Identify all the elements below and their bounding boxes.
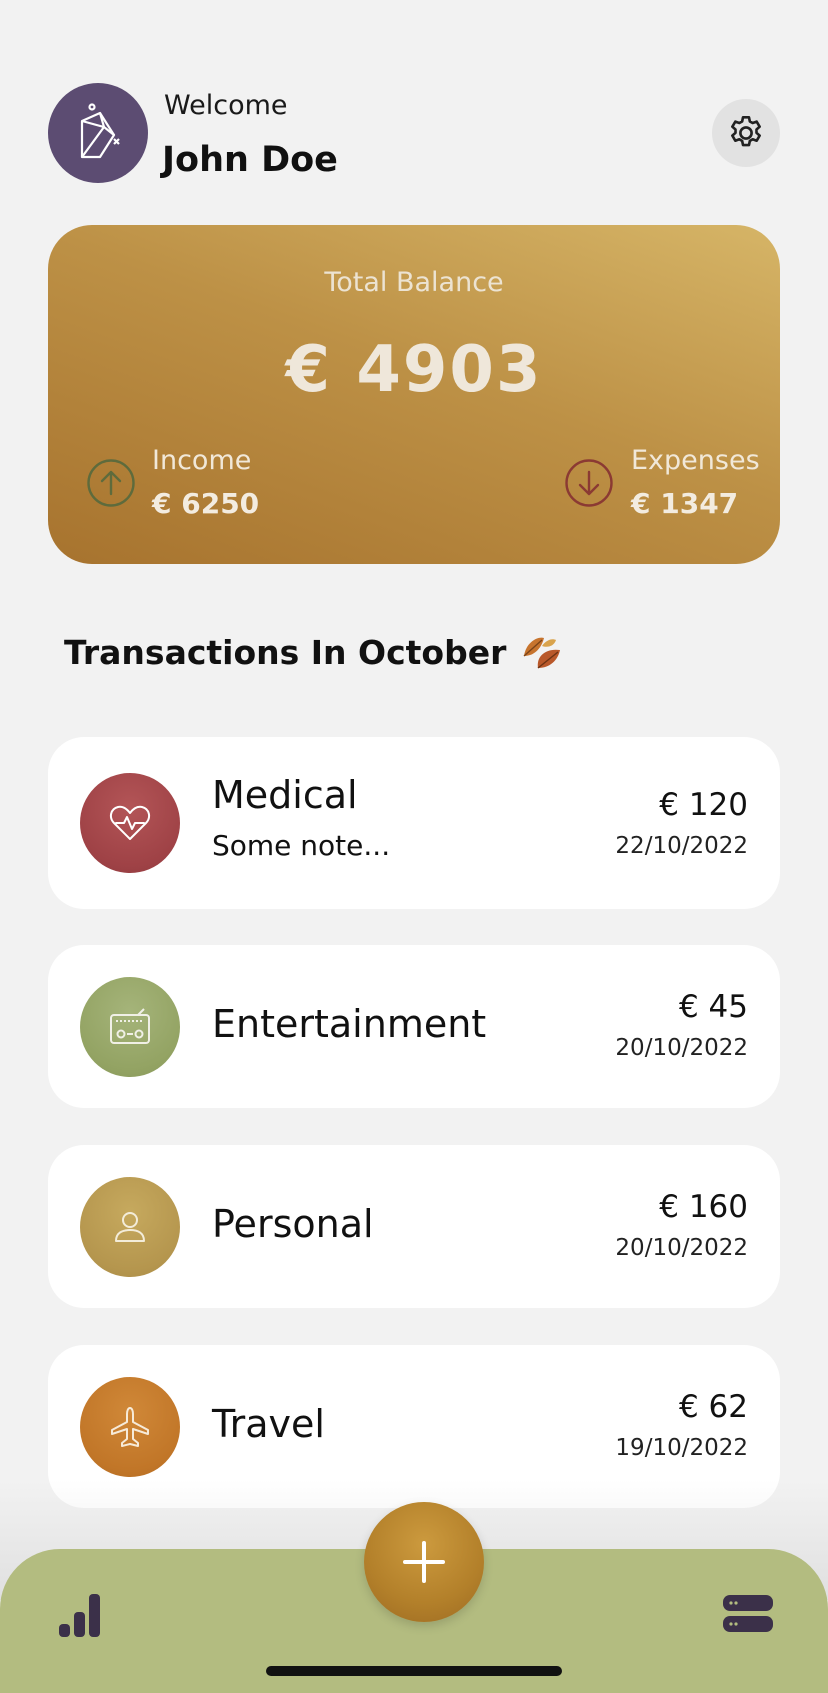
transaction-name: Travel	[212, 1402, 325, 1446]
transaction-date: 20/10/2022	[615, 1035, 748, 1061]
transaction-note: Some note...	[212, 829, 391, 862]
airplane-icon	[111, 1407, 149, 1447]
settings-button[interactable]	[712, 99, 780, 167]
transaction-card-entertainment[interactable]: Entertainment € 45 20/10/2022	[48, 945, 780, 1108]
category-icon-personal	[80, 1177, 180, 1277]
welcome-label: Welcome	[164, 90, 288, 121]
arrow-up-circle-icon	[87, 459, 135, 507]
transaction-card-medical[interactable]: Medical Some note... € 120 22/10/2022	[48, 737, 780, 909]
home-indicator[interactable]	[266, 1666, 562, 1676]
transaction-amount: € 160	[659, 1189, 748, 1225]
category-icon-entertainment	[80, 977, 180, 1077]
server-list-icon[interactable]	[722, 1594, 774, 1634]
income-label: Income	[152, 445, 252, 476]
transactions-title: Transactions In October	[64, 632, 507, 672]
autumn-leaves-icon	[523, 637, 561, 669]
total-balance-label: Total Balance	[324, 267, 504, 298]
transaction-date: 20/10/2022	[615, 1235, 748, 1261]
total-balance-value: € 4903	[285, 333, 543, 407]
user-name: John Doe	[162, 140, 338, 180]
person-icon	[115, 1212, 145, 1242]
transaction-amount: € 45	[678, 989, 748, 1025]
expenses-value: € 1347	[631, 487, 739, 520]
add-transaction-button[interactable]	[364, 1502, 484, 1622]
arrow-down-circle-icon	[565, 459, 613, 507]
section-title: Transactions In October	[64, 632, 564, 672]
income-value: € 6250	[152, 487, 260, 520]
transaction-name: Personal	[212, 1202, 374, 1246]
transaction-amount: € 120	[659, 787, 748, 823]
avatar[interactable]	[48, 83, 148, 183]
app-screen: Welcome John Doe Total Balance € 4903 In…	[0, 0, 828, 1693]
heartbeat-icon	[109, 805, 151, 840]
transaction-name: Medical	[212, 773, 358, 817]
gear-icon	[731, 115, 761, 147]
origami-fox-icon	[80, 103, 120, 159]
transaction-date: 19/10/2022	[615, 1435, 748, 1461]
balance-card: Total Balance € 4903 Income € 6250 Expen…	[48, 225, 780, 564]
expenses-label: Expenses	[631, 445, 760, 476]
transaction-name: Entertainment	[212, 1002, 487, 1046]
category-icon-medical	[80, 773, 180, 873]
transaction-date: 22/10/2022	[615, 833, 748, 859]
stats-icon[interactable]	[57, 1590, 103, 1638]
radio-icon	[110, 1008, 150, 1044]
transaction-amount: € 62	[678, 1389, 748, 1425]
transaction-card-personal[interactable]: Personal € 160 20/10/2022	[48, 1145, 780, 1308]
category-icon-travel	[80, 1377, 180, 1477]
plus-icon	[403, 1541, 445, 1583]
